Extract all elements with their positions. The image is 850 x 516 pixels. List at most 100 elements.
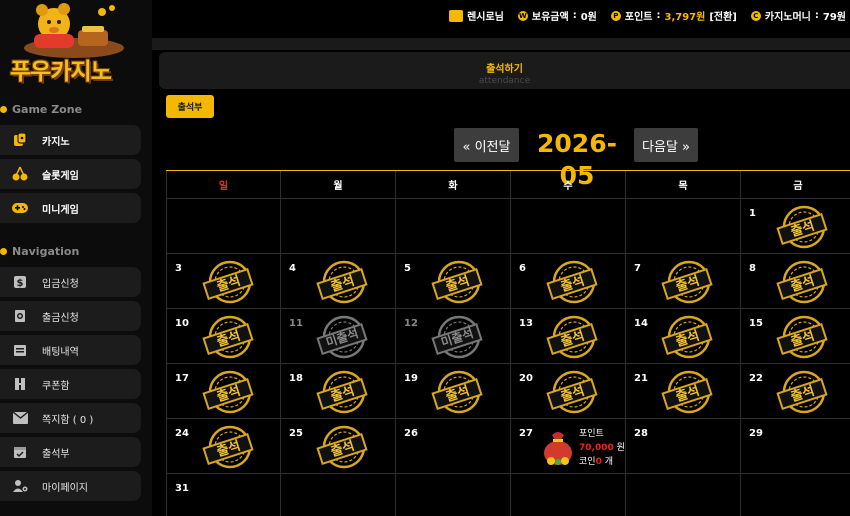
attendance-stamp-icon: 출석 — [658, 315, 716, 359]
sidebar-item-deposit[interactable]: $ 입금신청 — [0, 267, 141, 297]
bullet-icon — [0, 106, 7, 113]
deposit-icon: $ — [12, 274, 28, 290]
reward-coin-line: 코인0 개 — [579, 455, 625, 469]
sidebar-item-label: 배팅내역 — [42, 346, 79, 358]
reward-unit: 원 — [616, 443, 625, 453]
weekday-header: 화 — [396, 171, 511, 199]
attendance-stamp-icon: 출석 — [199, 260, 257, 304]
prev-month-button[interactable]: « 이전달 — [454, 128, 519, 162]
calendar-day-cell: 18 출석 — [281, 364, 396, 419]
calendar-day-cell — [626, 474, 741, 516]
sidebar-item-messages[interactable]: 쪽지함 ( 0 ) — [0, 403, 141, 433]
sidebar-item-withdraw[interactable]: 출금신청 — [0, 301, 141, 331]
calendar-day-cell — [281, 474, 396, 516]
day-number: 24 — [175, 428, 189, 439]
navigation-title: Navigation — [0, 245, 79, 258]
attendance-stamp-icon: 출석 — [199, 315, 257, 359]
balance-label: 보유금액 — [531, 12, 569, 23]
calendar-day-cell: 27 포인트 70,000 원 코인0 개 — [511, 419, 626, 474]
calendar-day-cell: 11 미출석 — [281, 309, 396, 364]
calendar-check-icon — [12, 444, 28, 460]
calendar-day-cell — [626, 199, 741, 254]
day-number: 17 — [175, 373, 189, 384]
weekday-header: 수 — [511, 171, 626, 199]
attendance-stamp-icon: 출석 — [658, 260, 716, 304]
top-bar: 렌시로님 W 보유금액 : 0원 P 포인트 : 3,797원 [전환] C 카… — [152, 0, 850, 34]
calendar-day-cell — [511, 199, 626, 254]
sidebar-item-minigame[interactable]: 미니게임 — [0, 193, 141, 223]
sidebar-item-label: 미니게임 — [42, 204, 79, 216]
day-number: 28 — [634, 428, 648, 439]
calendar-day-cell: 14 출석 — [626, 309, 741, 364]
calendar-weeks: 1 출석 3 출석 4 출석 5 출석 6 출석 7 출석 8 출석 10 출석 11 미출석 12 미출석 13 출석 1… — [166, 199, 850, 516]
reward-title: 포인트 — [579, 429, 604, 439]
sidebar-item-bet-history[interactable]: 배팅내역 — [0, 335, 141, 365]
calendar-day-cell: 20 출석 — [511, 364, 626, 419]
calendar-day-cell: 13 출석 — [511, 309, 626, 364]
day-number: 27 — [519, 428, 533, 439]
account-info: 렌시로님 W 보유금액 : 0원 P 포인트 : 3,797원 [전환] C 카… — [449, 8, 846, 23]
attendance-stamp-icon: 출석 — [543, 260, 601, 304]
reward-coin-label: 코인 — [579, 457, 596, 467]
reward-box: 포인트 70,000 원 코인0 개 — [541, 427, 625, 469]
sidebar-item-label: 출석부 — [42, 448, 70, 460]
calendar-day-cell — [396, 199, 511, 254]
mail-icon — [12, 410, 28, 426]
day-number: 12 — [404, 318, 418, 329]
gamepad-icon — [12, 200, 28, 216]
missed-stamp-icon: 미출석 — [428, 315, 486, 359]
game-zone-label: Game Zone — [12, 103, 83, 116]
next-month-button[interactable]: 다음달 » — [634, 128, 698, 162]
sidebar-item-label: 슬롯게임 — [42, 170, 79, 182]
calendar-day-cell: 22 출석 — [741, 364, 850, 419]
weekday-header: 월 — [281, 171, 396, 199]
calendar-day-cell: 25 출석 — [281, 419, 396, 474]
money-bag-icon — [544, 432, 572, 465]
month-navigation: « 이전달 2026-05 다음달 » — [0, 128, 850, 190]
convert-link[interactable]: [전환] — [709, 8, 737, 23]
day-number: 25 — [289, 428, 303, 439]
calendar-week-row: 1 출석 — [166, 199, 850, 254]
points-label: 포인트 — [624, 12, 653, 23]
day-number: 1 — [749, 208, 756, 219]
day-number: 22 — [749, 373, 763, 384]
page-title: 출석하기 — [486, 64, 523, 75]
game-zone-title: Game Zone — [0, 103, 82, 116]
day-number: 13 — [519, 318, 533, 329]
weekday-header: 목 — [626, 171, 741, 199]
sidebar-item-mypage[interactable]: 마이페이지 — [0, 471, 141, 501]
attendance-stamp-icon: 출석 — [543, 315, 601, 359]
calendar-day-cell: 21 출석 — [626, 364, 741, 419]
calendar-day-cell: 26 — [396, 419, 511, 474]
day-number: 11 — [289, 318, 303, 329]
calendar-day-cell: 8 출석 — [741, 254, 850, 309]
attendance-stamp-icon: 출석 — [199, 370, 257, 414]
svg-text:$: $ — [17, 278, 24, 289]
calendar-day-cell: 5 출석 — [396, 254, 511, 309]
day-number: 18 — [289, 373, 303, 384]
attendance-stamp-icon: 출석 — [773, 370, 831, 414]
day-number: 19 — [404, 373, 418, 384]
calendar-week-row: 31 — [166, 474, 850, 516]
sidebar-item-attendance[interactable]: 출석부 — [0, 437, 141, 467]
attendance-button[interactable]: 출석부 — [166, 95, 214, 118]
calendar-day-cell: 24 출석 — [166, 419, 281, 474]
sidebar-item-coupon[interactable]: 쿠폰함 — [0, 369, 141, 399]
calendar-day-cell: 28 — [626, 419, 741, 474]
sidebar-item-label: 쿠폰함 — [42, 380, 70, 392]
attendance-stamp-icon: 출석 — [773, 260, 831, 304]
bullet-icon — [0, 248, 7, 255]
brand-logo[interactable]: 푸우카지노 — [4, 0, 132, 88]
calendar-week-row: 24 출석 25 출석 26 27 포인트 70,000 원 코인0 개 28 29 — [166, 419, 850, 474]
casino-money-label: 카지노머니 — [764, 12, 811, 23]
calendar-day-cell: 12 미출석 — [396, 309, 511, 364]
coupon-icon — [12, 376, 28, 392]
day-number: 14 — [634, 318, 648, 329]
attendance-stamp-icon: 출석 — [199, 425, 257, 469]
point-coin-icon: P — [610, 10, 621, 21]
weekday-header: 금 — [741, 171, 850, 199]
withdraw-icon — [12, 308, 28, 324]
user-gear-icon — [12, 478, 28, 494]
page-subtitle: attendance — [478, 76, 531, 86]
brand-logo-text: 푸우카지노 — [10, 59, 112, 85]
